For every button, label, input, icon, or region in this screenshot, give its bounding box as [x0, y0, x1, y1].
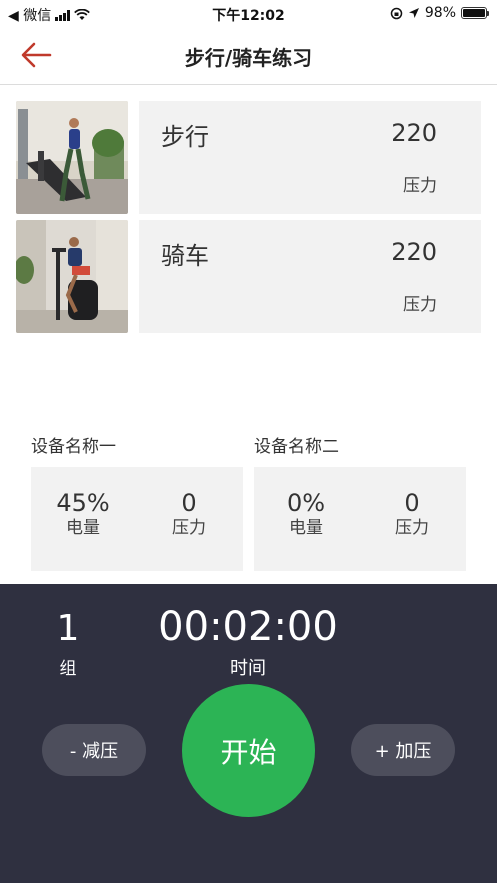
device-name-2: 设备名称二 — [254, 437, 339, 457]
device-battery-label: 电量 — [289, 518, 323, 538]
location-arrow-icon — [408, 8, 419, 18]
increase-pressure-button[interactable]: + 加压 — [351, 724, 455, 776]
decrease-pressure-button[interactable]: - 减压 — [42, 724, 146, 776]
device-battery-stat: 45% 电量 — [43, 489, 123, 539]
device-battery-label: 电量 — [66, 518, 100, 538]
device-pressure-stat: 0 压力 — [372, 489, 452, 539]
device-pressure-stat: 0 压力 — [149, 489, 229, 539]
walking-panel: 步行 220 压力 — [139, 101, 481, 214]
battery-fill — [463, 9, 485, 17]
group-count-value: 1 — [56, 608, 80, 649]
exercise-pressure-value: 220 — [391, 119, 437, 147]
device-pressure-label: 压力 — [172, 518, 206, 538]
walking-photo — [16, 101, 128, 214]
device-battery-value: 45% — [56, 489, 110, 517]
device-pressure-label: 压力 — [395, 518, 429, 538]
nav-bar: 步行/骑车练习 — [0, 28, 497, 85]
exercise-card-walking[interactable]: 步行 220 压力 — [16, 101, 481, 214]
device-name-1: 设备名称一 — [31, 437, 116, 457]
timer-display: 00:02:00 — [158, 604, 338, 650]
status-right: 98% — [390, 5, 489, 21]
device-card-2[interactable]: 0% 电量 0 压力 — [254, 467, 466, 571]
control-panel: 1 组 00:02:00 时间 - 减压 开始 + 加压 — [0, 584, 497, 883]
device-card-1[interactable]: 45% 电量 0 压力 — [31, 467, 243, 571]
timer-label: 时间 — [230, 658, 266, 679]
cycling-photo — [16, 220, 128, 333]
group-count-label: 组 — [59, 659, 77, 679]
exercise-name: 骑车 — [161, 242, 209, 270]
orientation-lock-icon — [390, 7, 403, 19]
start-button[interactable]: 开始 — [182, 684, 315, 817]
exercise-card-cycling[interactable]: 骑车 220 压力 — [16, 220, 481, 333]
exercise-pressure-value: 220 — [391, 238, 437, 266]
exercise-pressure-label: 压力 — [403, 176, 437, 196]
exercise-name: 步行 — [161, 123, 209, 151]
device-battery-value: 0% — [286, 489, 326, 517]
status-bar: ◀ 微信 下午12:02 98% — [0, 0, 497, 28]
exercise-pressure-label: 压力 — [403, 295, 437, 315]
device-pressure-value: 0 — [404, 489, 420, 517]
device-battery-stat: 0% 电量 — [266, 489, 346, 539]
battery-icon — [461, 7, 489, 19]
page-title: 步行/骑车练习 — [184, 46, 313, 70]
device-pressure-value: 0 — [181, 489, 197, 517]
cycling-panel: 骑车 220 压力 — [139, 220, 481, 333]
battery-percent: 98% — [424, 5, 456, 21]
